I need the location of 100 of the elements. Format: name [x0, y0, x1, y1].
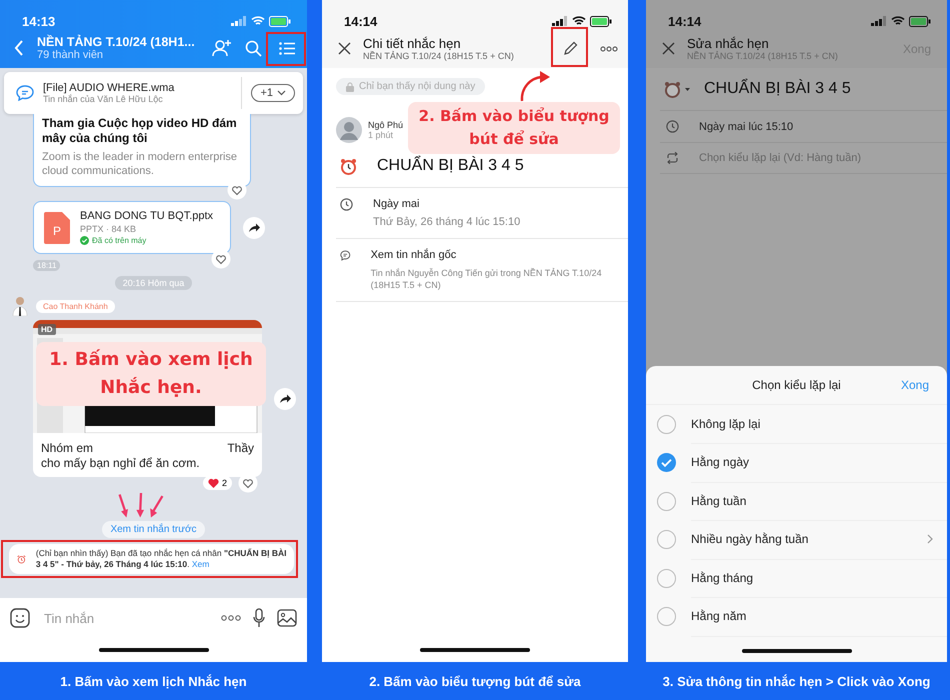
radio-button[interactable]	[657, 492, 676, 511]
radio-button[interactable]	[657, 530, 676, 550]
battery-icon	[590, 16, 612, 26]
pinned-count-button[interactable]: +1	[251, 84, 295, 102]
option-label: Không lặp lại	[691, 416, 760, 431]
screen-title: Chi tiết nhắc hẹn	[363, 36, 462, 51]
microphone-icon[interactable]	[253, 608, 265, 628]
message-text: cho mấy bạn nghỉ để ăn cơm.	[41, 456, 201, 471]
reminder-notice: (Chỉ bạn nhìn thấy) Bạn đã tạo nhắc hẹn cá nhân "CHUẨN BỊ BÀI 3 4 5" - Thứ bảy, 26 Tháng 4 lúc 15:10. Xem	[36, 548, 288, 570]
close-icon[interactable]	[662, 42, 675, 55]
check-icon	[80, 236, 89, 245]
step-caption: 1. Bấm vào xem lịch Nhắc hẹn	[59, 672, 248, 690]
file-card[interactable]: P BANG DONG TU BQT.pptx PPTX · 84 KB Đã có trên máy	[33, 201, 231, 254]
option-label: Nhiều ngày hằng tuần	[691, 532, 808, 546]
pointer-arrow	[118, 494, 128, 518]
pinned-message-card[interactable]: [File] AUDIO WHERE.wma Tin nhắn của Văn Lê Hữu Lộc +1	[4, 72, 303, 114]
option-label: Hằng năm	[691, 609, 746, 624]
file-name: BANG DONG TU BQT.pptx	[80, 210, 214, 222]
wifi-icon	[891, 16, 905, 26]
group-name: NỀN TẢNG T.10/24 (18H15 T.5 + CN)	[363, 51, 515, 61]
signal-icon	[871, 16, 887, 26]
link-title: Tham gia Cuộc họp video HD đám mây của chúng tôi	[42, 116, 238, 146]
pinned-title: [File] AUDIO WHERE.wma	[43, 82, 176, 94]
callout-text: 2. Bấm vào biểu tượng bút để sửa	[408, 102, 620, 154]
step-caption: 2. Bấm vào biểu tượng bút để sửa	[368, 672, 582, 690]
highlight-frame	[266, 32, 306, 66]
row-title: Xem tin nhắn gốc	[370, 249, 458, 261]
status-time: 14:13	[22, 14, 56, 28]
repeat-option[interactable]: Không lặp lại	[646, 405, 947, 444]
share-icon[interactable]	[274, 388, 296, 410]
wifi-icon	[572, 16, 586, 26]
time-ago: 1 phút	[368, 130, 394, 140]
signal-icon	[231, 16, 247, 26]
message-time: 18:11	[33, 260, 60, 270]
alarm-clock-icon[interactable]	[664, 80, 690, 98]
share-icon[interactable]	[243, 216, 265, 238]
hd-badge: HD	[38, 324, 56, 335]
group-title: NỀN TẢNG T.10/24 (18H1...	[37, 35, 196, 49]
file-icon: P	[44, 212, 70, 244]
wifi-icon	[251, 16, 265, 26]
repeat-option[interactable]: Hằng tháng	[646, 559, 947, 598]
pencil-icon[interactable]	[563, 41, 578, 56]
file-size: PPTX · 84 KB	[80, 224, 138, 234]
reaction-badge[interactable]: 2	[202, 476, 232, 490]
option-label: Hằng ngày	[691, 455, 750, 470]
add-member-icon[interactable]	[212, 39, 232, 57]
privacy-text: Chỉ bạn thấy nội dung này	[359, 81, 476, 92]
image-icon[interactable]	[277, 609, 297, 627]
avatar	[12, 296, 28, 316]
row-text[interactable]: Ngày mai lúc 15:10	[699, 120, 794, 132]
avatar	[336, 117, 362, 143]
group-name: NỀN TẢNG T.10/24 (18H15 T.5 + CN)	[687, 51, 839, 61]
chevron-down-icon	[277, 90, 286, 96]
pointer-arrow	[150, 495, 164, 518]
menu-icon[interactable]	[279, 42, 295, 54]
repeat-option[interactable]: Hằng năm	[646, 598, 947, 636]
member-count: 79 thành viên	[37, 49, 104, 61]
radio-button[interactable]	[657, 568, 676, 588]
sheet-title: Chọn kiểu lặp lại	[752, 378, 841, 392]
sender-name: Cao Thanh Khánh	[36, 300, 115, 312]
screen-title: Sửa nhắc hẹn	[687, 36, 770, 51]
more-icon[interactable]	[600, 46, 618, 52]
callout-text: 1. Bấm vào xem lịch Nhắc hẹn.	[36, 342, 266, 406]
step-caption: 3. Sửa thông tin nhắc hẹn > Click vào Xong	[662, 672, 932, 690]
battery-icon	[269, 16, 291, 26]
repeat-option[interactable]: Hằng tuần	[646, 482, 947, 520]
repeat-option[interactable]: Hằng ngày	[646, 444, 947, 482]
row-detail: Tin nhắn Nguyễn Công Tiến gửi trong NỀN TẢNG T.10/24 (18H15 T.5 + CN)	[370, 267, 603, 291]
battery-icon	[909, 16, 931, 26]
reminder-title: CHUẨN BỊ BÀI 3 4 5	[704, 80, 851, 98]
more-icon[interactable]	[221, 615, 241, 621]
link-description: Zoom is the leader in modern enterprise cloud communications.	[42, 150, 238, 178]
status-time: 14:14	[668, 14, 702, 28]
sticker-icon[interactable]	[10, 608, 30, 628]
highlight-frame	[551, 27, 588, 67]
search-icon[interactable]	[245, 40, 262, 56]
option-label: Hằng tháng	[691, 570, 754, 585]
radio-button[interactable]	[657, 453, 676, 472]
radio-button[interactable]	[657, 414, 676, 434]
author-name: Ngô Phú	[368, 120, 404, 130]
row-title: Ngày mai	[373, 198, 420, 210]
alarm-clock-icon	[340, 158, 357, 174]
pinned-sender: Tin nhắn của Văn Lê Hữu Lộc	[43, 94, 164, 104]
link-preview-card[interactable]: Tham gia Cuộc họp video HD đám mây của chúng tôi Zoom is the leader in modern enterprise cloud communications.	[33, 114, 251, 187]
back-icon[interactable]	[14, 40, 24, 56]
date-divider: 20:16 Hôm qua	[114, 276, 192, 290]
download-status: Đã có trên máy	[92, 236, 146, 245]
status-time: 14:14	[344, 14, 378, 28]
heart-icon	[208, 478, 219, 488]
lock-icon	[346, 82, 354, 92]
row-detail: Thứ Bảy, 26 tháng 4 lúc 15:10	[373, 216, 520, 228]
reminder-title: CHUẨN BỊ BÀI 3 4 5	[377, 157, 524, 175]
close-icon[interactable]	[338, 42, 351, 55]
repeat-option[interactable]: Nhiều ngày hằng tuần	[646, 520, 947, 559]
clock-icon	[666, 120, 679, 133]
radio-button[interactable]	[657, 607, 676, 626]
pointer-arrow	[136, 493, 144, 518]
pointer-arrow	[518, 68, 552, 102]
repeat-icon	[666, 152, 679, 164]
chat-bubble-icon	[16, 85, 34, 101]
